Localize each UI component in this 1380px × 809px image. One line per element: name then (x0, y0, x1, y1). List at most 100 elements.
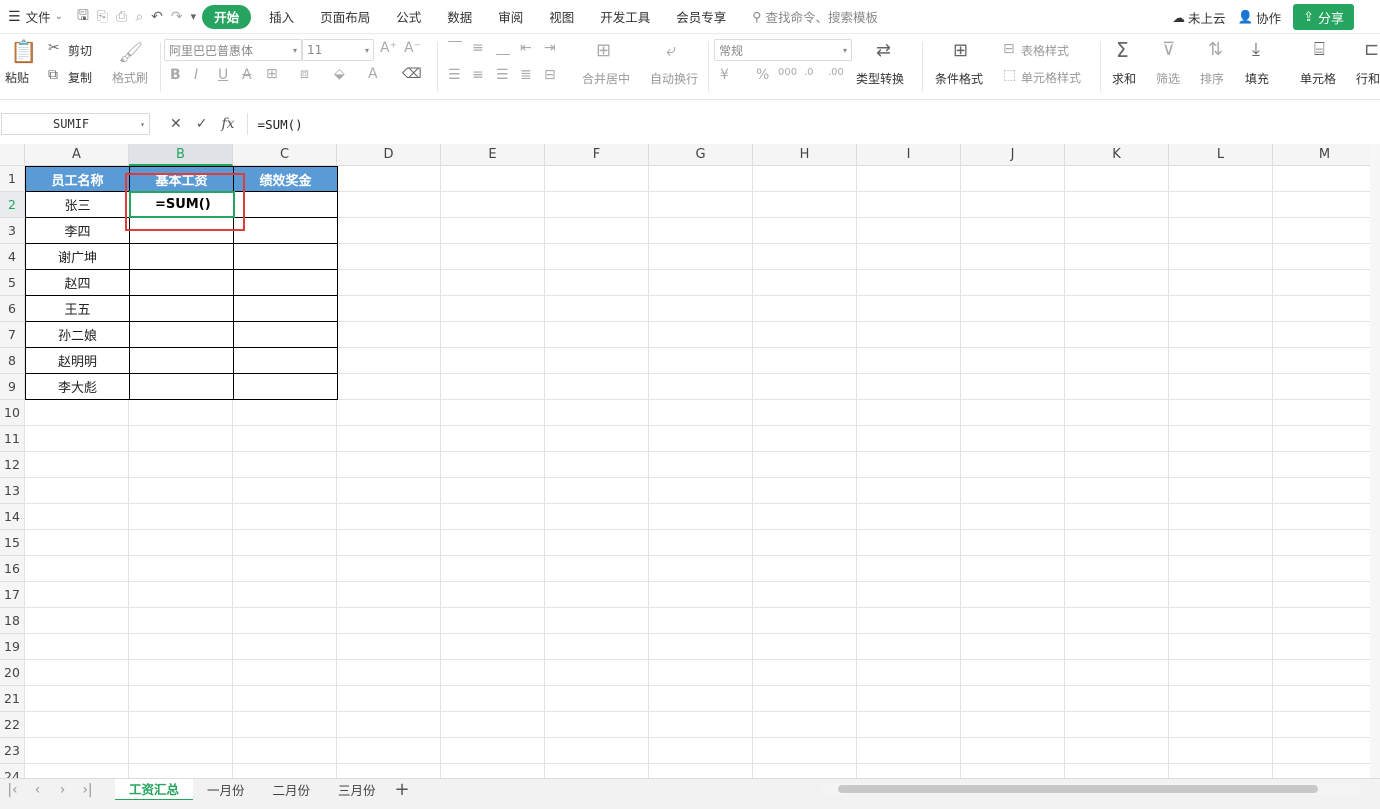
tab-review[interactable]: 审阅 (490, 5, 531, 29)
export-icon[interactable]: ⎘ (97, 9, 108, 25)
insert-function-icon[interactable]: fx (221, 116, 234, 132)
row-header-3[interactable]: 3 (0, 218, 25, 244)
column-header-c[interactable]: C (233, 144, 337, 166)
increase-decimal-icon[interactable]: .0 (804, 67, 814, 78)
row-header-14[interactable]: 14 (0, 504, 25, 530)
column-header-d[interactable]: D (337, 144, 441, 166)
row-header-22[interactable]: 22 (0, 712, 25, 738)
column-header-g[interactable]: G (649, 144, 753, 166)
indent-decrease-icon[interactable]: ⇤ (520, 40, 532, 56)
share-button[interactable]: ⇪ 分享 (1293, 4, 1354, 30)
font-size-select[interactable]: 11 ▾ (302, 39, 374, 61)
align-middle-icon[interactable]: ≡ (472, 40, 484, 56)
cell-button[interactable]: 单元格 (1300, 70, 1336, 87)
cell-style-button[interactable]: 单元格样式 (1021, 69, 1081, 86)
font-name-select[interactable]: 阿里巴巴普惠体 ▾ (164, 39, 302, 61)
collaborate-button[interactable]: 👤 协作 (1237, 5, 1281, 29)
employee-name-cell[interactable]: 谢广坤 (25, 243, 130, 270)
base-salary-cell[interactable] (129, 269, 234, 296)
filter-button[interactable]: 筛选 (1156, 70, 1180, 87)
tab-insert[interactable]: 插入 (261, 5, 302, 29)
row-header-21[interactable]: 21 (0, 686, 25, 712)
eraser-icon[interactable]: ⌫ (402, 66, 422, 82)
copy-button[interactable]: 复制 (68, 69, 92, 86)
add-sheet-icon[interactable]: + (390, 779, 415, 800)
first-sheet-icon[interactable]: |‹ (0, 782, 25, 798)
align-left-icon[interactable]: ☰ (448, 67, 461, 83)
column-header-b[interactable]: B (129, 144, 233, 166)
row-header-17[interactable]: 17 (0, 582, 25, 608)
italic-icon[interactable]: I (194, 67, 198, 83)
header-cell-employee-name[interactable]: 员工名称 (25, 166, 130, 192)
tab-formulas[interactable]: 公式 (388, 5, 429, 29)
align-bottom-icon[interactable]: ⎽ (496, 40, 510, 56)
row-header-9[interactable]: 9 (0, 374, 25, 400)
row-header-2[interactable]: 2 (0, 192, 25, 218)
employee-name-cell[interactable]: 李四 (25, 217, 130, 244)
last-sheet-icon[interactable]: ›| (75, 782, 100, 798)
sum-button[interactable]: 求和 (1112, 70, 1136, 87)
performance-bonus-cell[interactable] (233, 217, 338, 244)
scroll-thumb[interactable] (838, 785, 1318, 793)
row-header-19[interactable]: 19 (0, 634, 25, 660)
base-salary-cell[interactable] (129, 295, 234, 322)
horizontal-scrollbar[interactable] (820, 783, 1360, 795)
row-header-1[interactable]: 1 (0, 166, 25, 192)
column-header-h[interactable]: H (753, 144, 857, 166)
type-convert-button[interactable]: 类型转换 (856, 70, 904, 87)
tab-view[interactable]: 视图 (541, 5, 582, 29)
tab-page-layout[interactable]: 页面布局 (312, 5, 378, 29)
employee-name-cell[interactable]: 赵明明 (25, 347, 130, 374)
sheet-tab-summary[interactable]: 工资汇总 (115, 778, 194, 801)
undo-icon[interactable]: ↶ (151, 9, 163, 25)
column-header-k[interactable]: K (1065, 144, 1169, 166)
row-header-12[interactable]: 12 (0, 452, 25, 478)
redo-icon[interactable]: ↷ (171, 9, 183, 25)
cancel-icon[interactable]: ✕ (170, 116, 182, 132)
column-header-i[interactable]: I (857, 144, 961, 166)
performance-bonus-cell[interactable] (233, 269, 338, 296)
indent-increase-icon[interactable]: ⇥ (544, 40, 556, 56)
performance-bonus-cell[interactable] (233, 295, 338, 322)
vertical-scrollbar[interactable] (1370, 144, 1380, 778)
employee-name-cell[interactable]: 赵四 (25, 269, 130, 296)
command-search[interactable]: ⚲ 查找命令、搜索模板 (734, 7, 878, 26)
performance-bonus-cell[interactable] (233, 373, 338, 400)
row-header-4[interactable]: 4 (0, 244, 25, 270)
employee-name-cell[interactable]: 李大彪 (25, 373, 130, 400)
performance-bonus-cell[interactable] (233, 321, 338, 348)
align-right-icon[interactable]: ☰ (496, 67, 509, 83)
font-color-icon[interactable]: A (368, 66, 378, 82)
number-format-select[interactable]: 常规 ▾ (714, 39, 852, 61)
fill-button[interactable]: 填充 (1245, 70, 1269, 87)
tab-member[interactable]: 会员专享 (668, 5, 734, 29)
cloud-status[interactable]: ☁ 未上云 (1172, 5, 1225, 29)
align-top-icon[interactable]: ⎺ (448, 40, 462, 56)
select-all-corner[interactable] (0, 144, 25, 166)
decrease-decimal-icon[interactable]: .00 (828, 67, 844, 78)
decrease-font-icon[interactable]: A⁻ (404, 40, 421, 56)
performance-bonus-cell[interactable] (233, 347, 338, 374)
strikethrough-icon[interactable]: A (242, 67, 252, 83)
confirm-icon[interactable]: ✓ (196, 116, 208, 132)
base-salary-cell[interactable] (129, 347, 234, 374)
align-center-icon[interactable]: ≡ (472, 67, 484, 83)
column-header-m[interactable]: M (1273, 144, 1377, 166)
percent-icon[interactable]: % (756, 67, 769, 83)
employee-name-cell[interactable]: 张三 (25, 191, 130, 218)
column-header-l[interactable]: L (1169, 144, 1273, 166)
next-sheet-icon[interactable]: › (50, 782, 75, 798)
sheet-tab-mar[interactable]: 三月份 (324, 779, 390, 801)
row-header-5[interactable]: 5 (0, 270, 25, 296)
employee-name-cell[interactable]: 孙二娘 (25, 321, 130, 348)
row-header-7[interactable]: 7 (0, 322, 25, 348)
row-header-10[interactable]: 10 (0, 400, 25, 426)
tab-data[interactable]: 数据 (439, 5, 480, 29)
customize-chevron-icon[interactable]: ▾ (191, 10, 197, 23)
wrap-text-button[interactable]: 自动换行 (650, 70, 698, 87)
save-icon[interactable]: 🖫 (77, 5, 89, 29)
print-icon[interactable]: ⎙ (116, 9, 127, 25)
tab-home[interactable]: 开始 (202, 4, 252, 29)
row-header-20[interactable]: 20 (0, 660, 25, 686)
sheet-tab-jan[interactable]: 一月份 (193, 779, 259, 801)
